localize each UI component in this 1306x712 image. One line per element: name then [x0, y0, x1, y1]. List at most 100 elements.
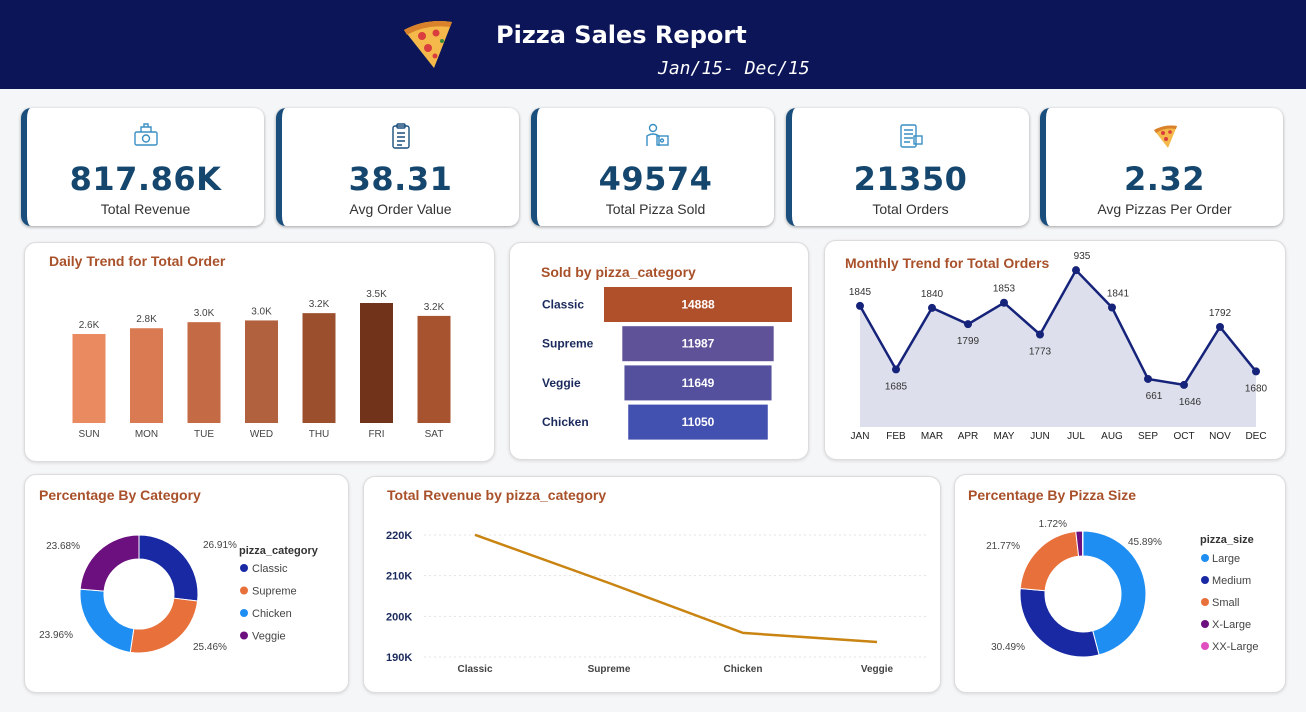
- data-point: [1108, 303, 1116, 312]
- monthly-trend-card: Monthly Trend for Total Orders 1845 JAN 16…: [824, 240, 1286, 460]
- legend-marker: [1201, 642, 1209, 650]
- x-tick-label: DEC: [1245, 431, 1266, 442]
- slice-supreme: [129, 597, 199, 654]
- legend-label: Large: [1212, 553, 1240, 565]
- kpi-label: Total Orders: [872, 201, 949, 217]
- legend-label: Classic: [252, 563, 288, 575]
- bar-wed: [245, 320, 278, 423]
- data-point: [1216, 322, 1224, 331]
- kpi-label: Total Revenue: [100, 201, 191, 217]
- date-range: Jan/15- Dec/15: [658, 58, 810, 79]
- legend-label: X-Large: [1212, 619, 1251, 631]
- data-label: 3.5K: [366, 289, 387, 300]
- data-point: [1072, 266, 1080, 275]
- x-tick-label: JUN: [1030, 431, 1049, 442]
- kpi-avg-order-value: 38.31 Avg Order Value: [276, 108, 519, 226]
- data-label: 1773: [1029, 346, 1052, 357]
- revenue-by-category-card: Total Revenue by pizza_category 190K 200K…: [363, 476, 941, 693]
- sold-by-category-card: Sold by pizza_category 14888 Classic 11987…: [509, 242, 809, 460]
- pizza-logo-icon: [404, 21, 452, 68]
- data-label: 2.8K: [136, 314, 157, 325]
- x-tick-label: MON: [135, 429, 158, 440]
- bar-sat: [417, 315, 451, 423]
- data-label: 3.0K: [251, 306, 272, 317]
- data-label: 1646: [1179, 397, 1202, 408]
- data-point: [1180, 380, 1188, 389]
- series-line: [474, 533, 878, 644]
- x-tick-label: NOV: [1209, 431, 1231, 442]
- data-label: 2.6K: [79, 320, 100, 331]
- bar-mon: [130, 328, 163, 423]
- x-tick-label: Classic: [457, 664, 492, 675]
- pizza-slice-icon: [1153, 125, 1177, 148]
- slice-value-label: 21.77%: [986, 541, 1020, 552]
- x-tick-label: Chicken: [724, 664, 763, 675]
- percentage-by-category-chart: 26.91% 25.46% 23.96% 23.68% pizza_category Cl…: [39, 534, 319, 654]
- data-label: 3.0K: [194, 308, 215, 319]
- bar-tue: [187, 322, 221, 423]
- kpi-value: 21350: [853, 160, 968, 198]
- daily-trend-chart: 2.6K SUN 2.8K MON 3.0K TUE 3.0K WED 3.2K THU 3.5K F…: [72, 289, 451, 440]
- y-tick-label: 220K: [386, 530, 412, 542]
- x-tick-label: FEB: [886, 431, 906, 442]
- legend-label: XX-Large: [1212, 641, 1258, 653]
- data-label: 1845: [849, 287, 872, 298]
- x-tick-label: FRI: [368, 429, 384, 440]
- x-tick-label: MAY: [994, 431, 1015, 442]
- category-label: Classic: [542, 298, 584, 312]
- bar-thu: [302, 313, 336, 423]
- data-label: 11987: [682, 337, 715, 351]
- report-title: Pizza Sales Report: [496, 21, 747, 49]
- legend-title: pizza_category: [239, 545, 319, 557]
- data-label: 14888: [681, 298, 715, 312]
- x-tick-label: JUL: [1067, 431, 1085, 442]
- data-label: 11050: [682, 415, 715, 429]
- data-point: [1144, 374, 1152, 383]
- x-tick-label: SAT: [425, 429, 444, 440]
- x-tick-label: APR: [958, 431, 979, 442]
- data-point: [856, 301, 864, 310]
- x-tick-label: SEP: [1138, 431, 1158, 442]
- legend-marker: [1201, 598, 1209, 606]
- revenue-by-category-chart: 190K 200K 210K 220K Classic Supreme Chicken Veg…: [386, 530, 929, 675]
- slice-value-label: 26.91%: [203, 540, 237, 551]
- kpi-avg-pizzas-per-order: 2.32 Avg Pizzas Per Order: [1040, 108, 1283, 226]
- monthly-trend-chart: 1845 JAN 1685 FEB 1840 MAR 1799 APR 1853 MAY 1773 J…: [849, 251, 1268, 442]
- slice-small: [1019, 530, 1080, 592]
- legend-marker: [240, 609, 248, 617]
- data-point: [928, 303, 936, 312]
- x-tick-label: Supreme: [588, 664, 631, 675]
- percentage-by-size-card: Percentage By Pizza Size 45.89% 30.49% 21.…: [954, 474, 1286, 693]
- kpi-value: 817.86K: [69, 160, 222, 198]
- kpi-label: Avg Pizzas Per Order: [1097, 201, 1232, 217]
- category-label: Veggie: [542, 376, 581, 390]
- legend-marker: [1201, 576, 1209, 584]
- sold-by-category-chart: 14888 Classic 11987 Supreme 11649 Veggie 11050…: [542, 287, 792, 440]
- x-tick-label: MAR: [921, 431, 943, 442]
- data-point: [1000, 298, 1008, 307]
- kpi-value: 49574: [598, 160, 713, 198]
- legend-marker: [240, 564, 248, 572]
- kpi-label: Total Pizza Sold: [605, 201, 706, 217]
- legend-marker: [1201, 554, 1209, 562]
- data-label: 935: [1074, 251, 1091, 262]
- report-header: Pizza Sales Report Jan/15- Dec/15: [0, 0, 1306, 89]
- slice-classic: [138, 534, 199, 602]
- delivery-icon: [645, 123, 669, 146]
- legend-marker: [240, 631, 248, 640]
- money-icon: [133, 123, 158, 146]
- kpi-total-pizza-sold: 49574 Total Pizza Sold: [531, 108, 774, 226]
- percentage-by-size-chart: 45.89% 30.49% 21.77% 1.72% pizza_size Large Me…: [986, 519, 1258, 658]
- data-label: 661: [1146, 391, 1163, 402]
- legend-label: Medium: [1212, 575, 1251, 587]
- legend-label: Small: [1212, 597, 1240, 609]
- x-tick-label: Veggie: [861, 664, 894, 675]
- slice-veggie: [79, 534, 140, 592]
- category-label: Supreme: [542, 337, 594, 351]
- legend-marker: [1201, 620, 1209, 628]
- data-label: 1792: [1209, 308, 1232, 319]
- daily-trend-card: Daily Trend for Total Order 2.6K SUN 2.8K M…: [24, 242, 495, 462]
- data-label: 3.2K: [309, 299, 330, 310]
- data-point: [1036, 330, 1044, 339]
- x-tick-label: TUE: [194, 429, 214, 440]
